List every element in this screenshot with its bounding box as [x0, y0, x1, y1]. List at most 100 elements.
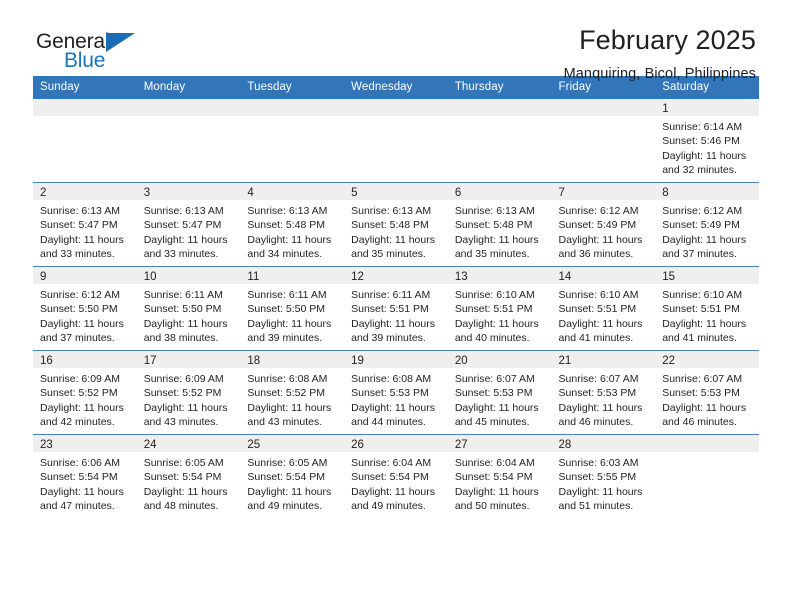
day-details	[344, 116, 448, 182]
day-number: 15	[655, 267, 759, 284]
sunset-text: Sunset: 5:54 PM	[247, 471, 326, 484]
calendar-empty-cell	[136, 99, 241, 183]
calendar-empty-cell	[447, 99, 552, 183]
day-number: 24	[136, 435, 241, 452]
sunrise-text: Sunrise: 6:06 AM	[40, 457, 120, 469]
calendar-day-cell[interactable]: 14 Sunrise: 6:10 AM Sunset: 5:51 PM Dayligh…	[551, 266, 656, 351]
daylight-text: Daylight: 11 hours and 35 minutes.	[454, 233, 539, 261]
sunset-text: Sunset: 5:54 PM	[143, 471, 222, 484]
sunset-text: Sunset: 5:51 PM	[558, 303, 637, 316]
page-subtitle: Manquiring, Bicol, Philippines	[563, 66, 756, 82]
calendar-day-cell[interactable]: 22 Sunrise: 6:07 AM Sunset: 5:53 PM Dayligh…	[655, 350, 759, 435]
sunset-text: Sunset: 5:50 PM	[40, 303, 118, 316]
day-details: Sunrise: 6:12 AM Sunset: 5:50 PM Daylight:…	[33, 284, 137, 350]
day-number	[655, 435, 759, 452]
day-details: Sunrise: 6:10 AM Sunset: 5:51 PM Daylight:…	[655, 284, 759, 350]
sunset-text: Sunset: 5:50 PM	[143, 303, 222, 316]
calendar-day-cell[interactable]: 28 Sunrise: 6:03 AM Sunset: 5:55 PM Dayligh…	[551, 434, 656, 518]
page-title: February 2025	[579, 25, 756, 55]
sunrise-text: Sunrise: 6:08 AM	[351, 373, 432, 385]
sunrise-text: Sunrise: 6:12 AM	[558, 205, 639, 217]
day-details: Sunrise: 6:10 AM Sunset: 5:51 PM Daylight:…	[552, 284, 656, 350]
logo-triangle-icon	[106, 33, 135, 52]
day-details: Sunrise: 6:11 AM Sunset: 5:50 PM Daylight:…	[137, 284, 241, 350]
sunrise-text: Sunrise: 6:04 AM	[454, 457, 535, 469]
calendar-week-row: 9 Sunrise: 6:12 AM Sunset: 5:50 PM Daylight…	[33, 266, 759, 351]
day-number: 5	[344, 183, 448, 200]
calendar-day-cell[interactable]: 13 Sunrise: 6:10 AM Sunset: 5:51 PM Dayligh…	[447, 266, 552, 351]
daylight-text: Daylight: 11 hours and 39 minutes.	[247, 317, 332, 345]
daylight-text: Daylight: 11 hours and 46 minutes.	[662, 401, 747, 429]
sunset-text: Sunset: 5:52 PM	[247, 387, 326, 400]
sunrise-text: Sunrise: 6:11 AM	[247, 289, 327, 301]
sunrise-text: Sunrise: 6:14 AM	[662, 121, 743, 133]
day-details: Sunrise: 6:07 AM Sunset: 5:53 PM Daylight:…	[448, 368, 552, 434]
calendar-day-cell[interactable]: 5 Sunrise: 6:13 AM Sunset: 5:48 PM Daylight…	[344, 182, 448, 267]
sunset-text: Sunset: 5:51 PM	[662, 303, 740, 316]
day-number: 27	[447, 435, 552, 452]
day-number: 12	[344, 267, 448, 284]
day-number: 11	[240, 267, 345, 284]
day-details: Sunrise: 6:06 AM Sunset: 5:54 PM Daylight:…	[33, 452, 137, 518]
sunset-text: Sunset: 5:48 PM	[454, 219, 533, 232]
weekday-header-thursday: Thursday	[447, 76, 552, 99]
calendar-day-cell[interactable]: 3 Sunrise: 6:13 AM Sunset: 5:47 PM Daylight…	[136, 182, 241, 267]
sunset-text: Sunset: 5:54 PM	[351, 471, 429, 484]
sunrise-text: Sunrise: 6:11 AM	[143, 289, 223, 301]
sunset-text: Sunset: 5:47 PM	[143, 219, 222, 232]
daylight-text: Daylight: 11 hours and 43 minutes.	[143, 401, 228, 429]
day-details: Sunrise: 6:11 AM Sunset: 5:50 PM Daylight:…	[240, 284, 344, 350]
daylight-text: Daylight: 11 hours and 34 minutes.	[247, 233, 332, 261]
sunset-text: Sunset: 5:54 PM	[40, 471, 118, 484]
day-details: Sunrise: 6:12 AM Sunset: 5:49 PM Daylight:…	[552, 200, 656, 266]
calendar-day-cell[interactable]: 24 Sunrise: 6:05 AM Sunset: 5:54 PM Dayligh…	[136, 434, 241, 518]
calendar-day-cell[interactable]: 21 Sunrise: 6:07 AM Sunset: 5:53 PM Dayligh…	[551, 350, 656, 435]
calendar-day-cell[interactable]: 8 Sunrise: 6:12 AM Sunset: 5:49 PM Daylight…	[655, 182, 759, 267]
calendar-day-cell[interactable]: 10 Sunrise: 6:11 AM Sunset: 5:50 PM Dayligh…	[136, 266, 241, 351]
calendar-day-cell[interactable]: 19 Sunrise: 6:08 AM Sunset: 5:53 PM Dayligh…	[344, 350, 448, 435]
sunset-text: Sunset: 5:53 PM	[351, 387, 429, 400]
calendar-empty-cell	[240, 99, 345, 183]
day-number: 9	[33, 267, 137, 284]
day-details: Sunrise: 6:14 AM Sunset: 5:46 PM Daylight:…	[655, 116, 759, 182]
calendar-day-cell[interactable]: 17 Sunrise: 6:09 AM Sunset: 5:52 PM Dayligh…	[136, 350, 241, 435]
calendar-day-cell[interactable]: 7 Sunrise: 6:12 AM Sunset: 5:49 PM Daylight…	[551, 182, 656, 267]
calendar-day-cell[interactable]: 20 Sunrise: 6:07 AM Sunset: 5:53 PM Dayligh…	[447, 350, 552, 435]
day-number: 16	[33, 351, 137, 368]
calendar-day-cell[interactable]: 6 Sunrise: 6:13 AM Sunset: 5:48 PM Daylight…	[447, 182, 552, 267]
sunset-text: Sunset: 5:53 PM	[662, 387, 740, 400]
day-details: Sunrise: 6:08 AM Sunset: 5:52 PM Daylight:…	[240, 368, 344, 434]
day-details	[137, 116, 241, 182]
daylight-text: Daylight: 11 hours and 32 minutes.	[662, 149, 747, 177]
daylight-text: Daylight: 11 hours and 41 minutes.	[662, 317, 747, 345]
day-number	[240, 99, 345, 116]
calendar-day-cell[interactable]: 11 Sunrise: 6:11 AM Sunset: 5:50 PM Dayligh…	[240, 266, 345, 351]
day-number	[33, 99, 137, 116]
calendar-day-cell[interactable]: 9 Sunrise: 6:12 AM Sunset: 5:50 PM Daylight…	[33, 266, 137, 351]
day-details: Sunrise: 6:13 AM Sunset: 5:48 PM Daylight:…	[448, 200, 552, 266]
calendar-day-cell[interactable]: 27 Sunrise: 6:04 AM Sunset: 5:54 PM Dayligh…	[447, 434, 552, 518]
weekday-header-sunday: Sunday	[33, 76, 137, 99]
calendar-day-cell[interactable]: 12 Sunrise: 6:11 AM Sunset: 5:51 PM Dayligh…	[344, 266, 448, 351]
calendar-day-cell[interactable]: 4 Sunrise: 6:13 AM Sunset: 5:48 PM Daylight…	[240, 182, 345, 267]
general-blue-logo[interactable]: General Blue	[36, 30, 156, 78]
calendar-day-cell[interactable]: 15 Sunrise: 6:10 AM Sunset: 5:51 PM Dayligh…	[655, 266, 759, 351]
sunrise-text: Sunrise: 6:05 AM	[143, 457, 224, 469]
sunrise-text: Sunrise: 6:03 AM	[558, 457, 639, 469]
calendar-day-cell[interactable]: 1 Sunrise: 6:14 AM Sunset: 5:46 PM Daylight…	[655, 99, 759, 183]
calendar-day-cell[interactable]: 2 Sunrise: 6:13 AM Sunset: 5:47 PM Daylight…	[33, 182, 137, 267]
day-number: 3	[136, 183, 241, 200]
calendar-day-cell[interactable]: 26 Sunrise: 6:04 AM Sunset: 5:54 PM Dayligh…	[344, 434, 448, 518]
day-details: Sunrise: 6:07 AM Sunset: 5:53 PM Daylight:…	[655, 368, 759, 434]
sunrise-text: Sunrise: 6:05 AM	[247, 457, 328, 469]
calendar-day-cell[interactable]: 18 Sunrise: 6:08 AM Sunset: 5:52 PM Dayligh…	[240, 350, 345, 435]
sunset-text: Sunset: 5:54 PM	[454, 471, 533, 484]
daylight-text: Daylight: 11 hours and 33 minutes.	[143, 233, 228, 261]
calendar-day-cell[interactable]: 16 Sunrise: 6:09 AM Sunset: 5:52 PM Dayligh…	[33, 350, 137, 435]
calendar-body: 1 Sunrise: 6:14 AM Sunset: 5:46 PM Daylight…	[33, 99, 759, 518]
day-details: Sunrise: 6:12 AM Sunset: 5:49 PM Daylight:…	[655, 200, 759, 266]
calendar-week-row: 1 Sunrise: 6:14 AM Sunset: 5:46 PM Daylight…	[33, 99, 759, 183]
weekday-header-wednesday: Wednesday	[344, 76, 448, 99]
calendar-day-cell[interactable]: 23 Sunrise: 6:06 AM Sunset: 5:54 PM Dayligh…	[33, 434, 137, 518]
calendar-day-cell[interactable]: 25 Sunrise: 6:05 AM Sunset: 5:54 PM Dayligh…	[240, 434, 345, 518]
